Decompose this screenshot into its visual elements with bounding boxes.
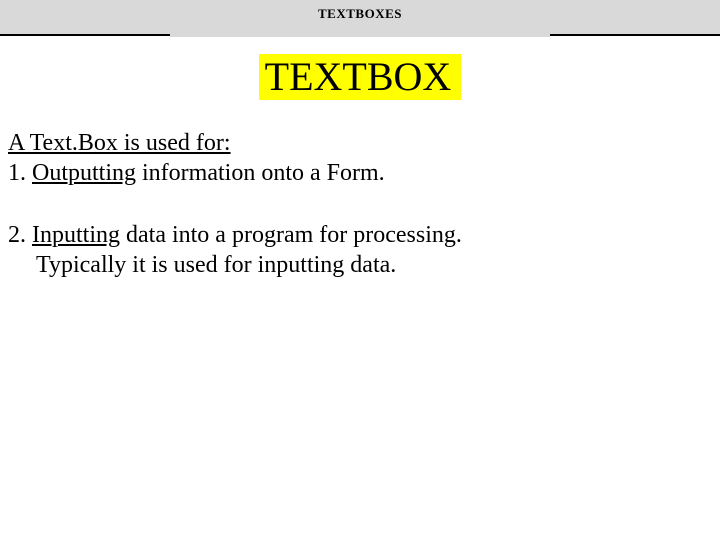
list-item: 1. Outputting information onto a Form. xyxy=(8,158,712,188)
header-rule-gap xyxy=(170,33,550,37)
item-rest: data into a program for processing. xyxy=(120,222,462,248)
header-title: TEXTBOXES xyxy=(318,6,402,22)
item-continuation: Typically it is used for inputting data. xyxy=(8,250,712,280)
intro-line: A Text.Box is used for: xyxy=(8,128,712,158)
item-number: 2. xyxy=(8,222,32,248)
item-number: 1. xyxy=(8,160,32,186)
slide-content: TEXTBOX A Text.Box is used for: 1. Outpu… xyxy=(0,36,720,280)
main-heading: TEXTBOX xyxy=(259,54,462,100)
item-keyword: Outputting xyxy=(32,160,136,186)
item-rest: information onto a Form. xyxy=(136,160,385,186)
list-item: 2. Inputting data into a program for pro… xyxy=(8,220,712,250)
slide-header: TEXTBOXES xyxy=(0,0,720,36)
item-keyword: Inputting xyxy=(32,222,120,248)
body-text: A Text.Box is used for: 1. Outputting in… xyxy=(8,128,712,280)
